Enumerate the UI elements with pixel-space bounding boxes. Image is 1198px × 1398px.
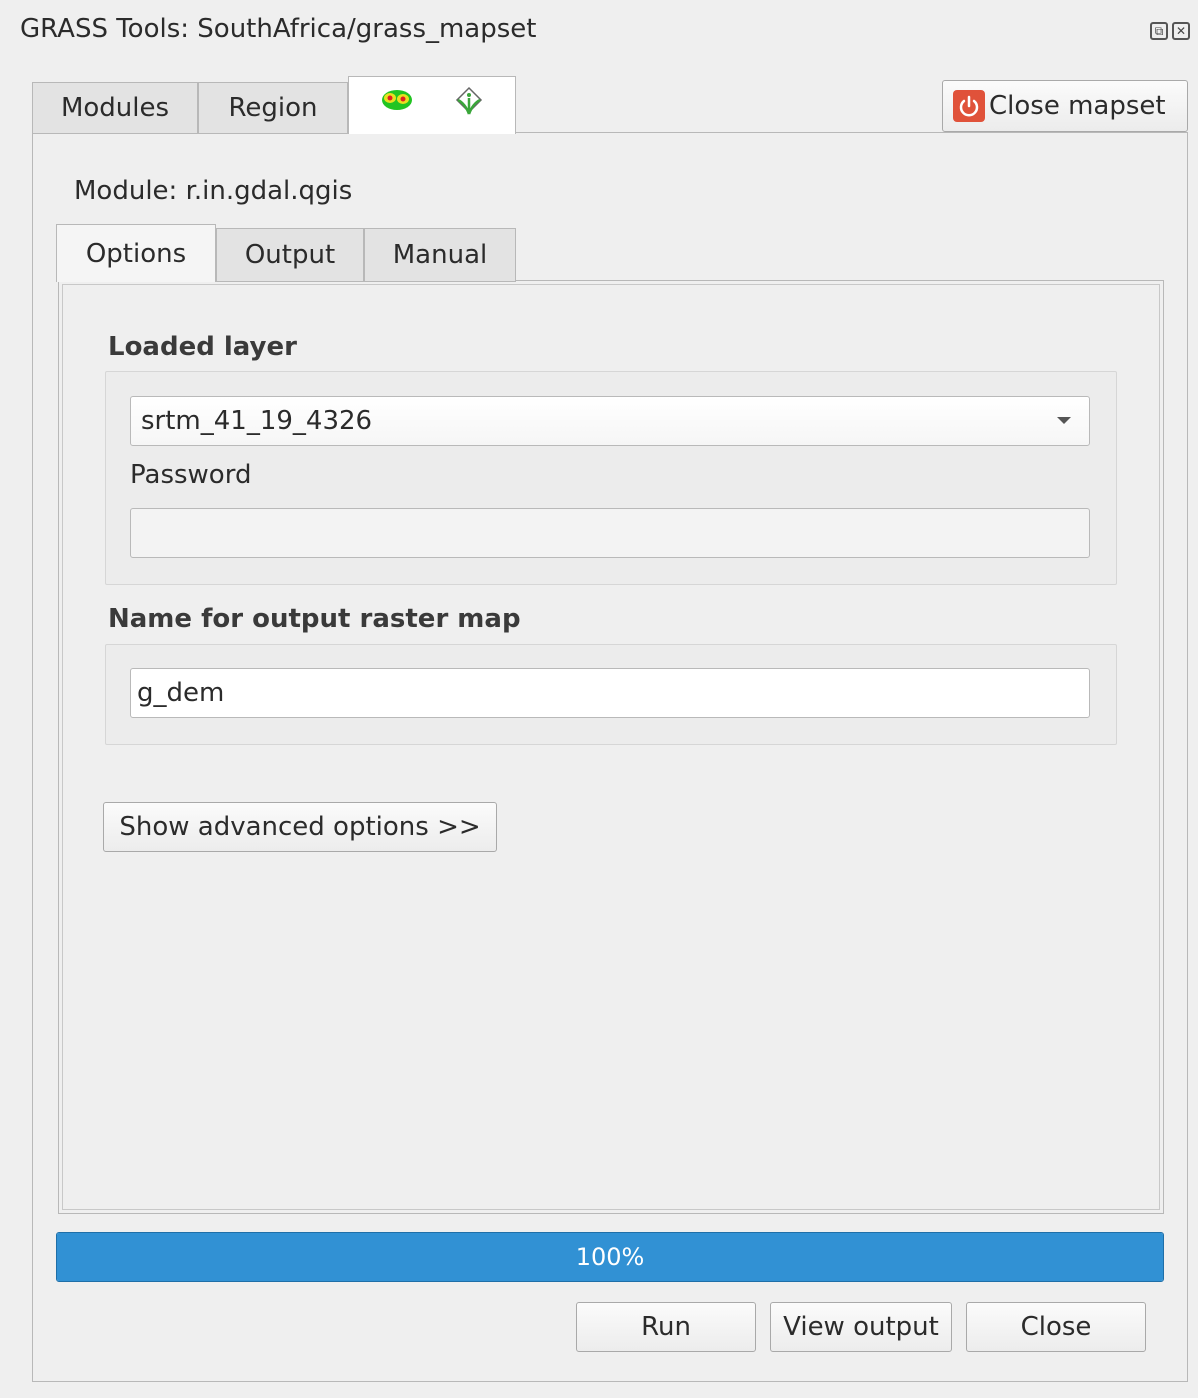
module-label: Module: r.in.gdal.qgis: [74, 176, 353, 206]
heatmap-icon: [380, 88, 414, 123]
close-mapset-button[interactable]: Close mapset: [942, 80, 1188, 132]
tab-modules-label: Modules: [60, 93, 170, 123]
run-button[interactable]: Run: [576, 1302, 756, 1352]
close-button-label: Close: [1020, 1312, 1092, 1342]
tab-manual[interactable]: Manual: [364, 228, 516, 282]
chevron-down-icon: [1057, 417, 1071, 424]
loaded-layer-value: srtm_41_19_4326: [141, 406, 373, 436]
show-advanced-options-label: Show advanced options >>: [119, 812, 481, 842]
close-mapset-label: Close mapset: [989, 91, 1166, 121]
power-icon: [953, 90, 985, 122]
loaded-layer-title: Loaded layer: [108, 332, 297, 362]
output-name-field[interactable]: g_dem: [130, 668, 1090, 718]
tab-options-label: Options: [85, 238, 187, 269]
window-title: GRASS Tools: SouthAfrica/grass_mapset: [20, 14, 537, 44]
float-icon[interactable]: ⧉: [1150, 22, 1168, 40]
loaded-layer-combo[interactable]: srtm_41_19_4326: [130, 396, 1090, 446]
run-button-label: Run: [641, 1312, 691, 1342]
tab-manual-label: Manual: [392, 240, 488, 270]
progress-text: 100%: [575, 1243, 645, 1271]
output-name-title: Name for output raster map: [108, 604, 521, 634]
close-button[interactable]: Close: [966, 1302, 1146, 1352]
progress-bar: 100%: [56, 1232, 1164, 1282]
tab-options[interactable]: Options: [56, 224, 216, 282]
output-name-value: g_dem: [137, 678, 225, 708]
tab-region[interactable]: Region: [198, 82, 348, 134]
grass-module-icon: [454, 86, 484, 125]
dock-controls: ⧉ ✕: [1150, 22, 1190, 40]
view-output-button[interactable]: View output: [770, 1302, 952, 1352]
tab-region-label: Region: [228, 93, 318, 123]
tab-module-run[interactable]: [348, 76, 516, 134]
tab-output[interactable]: Output: [216, 228, 364, 282]
view-output-button-label: View output: [783, 1312, 939, 1342]
password-field[interactable]: [130, 508, 1090, 558]
show-advanced-options-button[interactable]: Show advanced options >>: [103, 802, 497, 852]
password-label: Password: [130, 460, 252, 490]
tab-output-label: Output: [244, 240, 336, 270]
tab-modules[interactable]: Modules: [32, 82, 198, 134]
close-icon[interactable]: ✕: [1172, 22, 1190, 40]
